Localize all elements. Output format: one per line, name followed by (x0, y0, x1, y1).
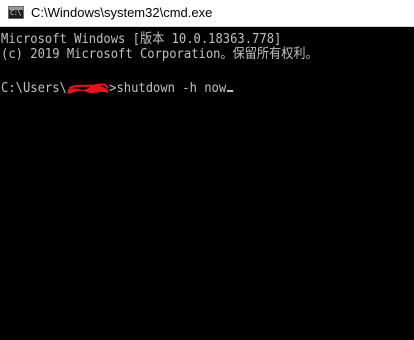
title-bar[interactable]: C:\ C:\Windows\system32\cmd.exe (0, 0, 414, 27)
console-copyright-line: (c) 2019 Microsoft Corporation。保留所有权利。 (1, 46, 318, 62)
typed-command: shutdown -h now (116, 80, 227, 96)
redacted-username (67, 83, 109, 94)
cmd-window: C:\ C:\Windows\system32\cmd.exe Microsof… (0, 0, 414, 340)
text-cursor (227, 90, 234, 92)
window-title: C:\Windows\system32\cmd.exe (31, 5, 213, 20)
app-icon-prompt-glyph: C:\ (10, 9, 22, 17)
cmd-app-icon[interactable]: C:\ (8, 6, 24, 19)
console-area[interactable]: Microsoft Windows [版本 10.0.18363.778] (c… (0, 27, 414, 340)
console-version-line: Microsoft Windows [版本 10.0.18363.778] (1, 31, 282, 47)
redaction-scribble (67, 83, 109, 94)
prompt-path-prefix: C:\Users\ (1, 80, 67, 96)
console-prompt-line[interactable]: C:\Users\ >shutdown -h now (1, 80, 234, 96)
